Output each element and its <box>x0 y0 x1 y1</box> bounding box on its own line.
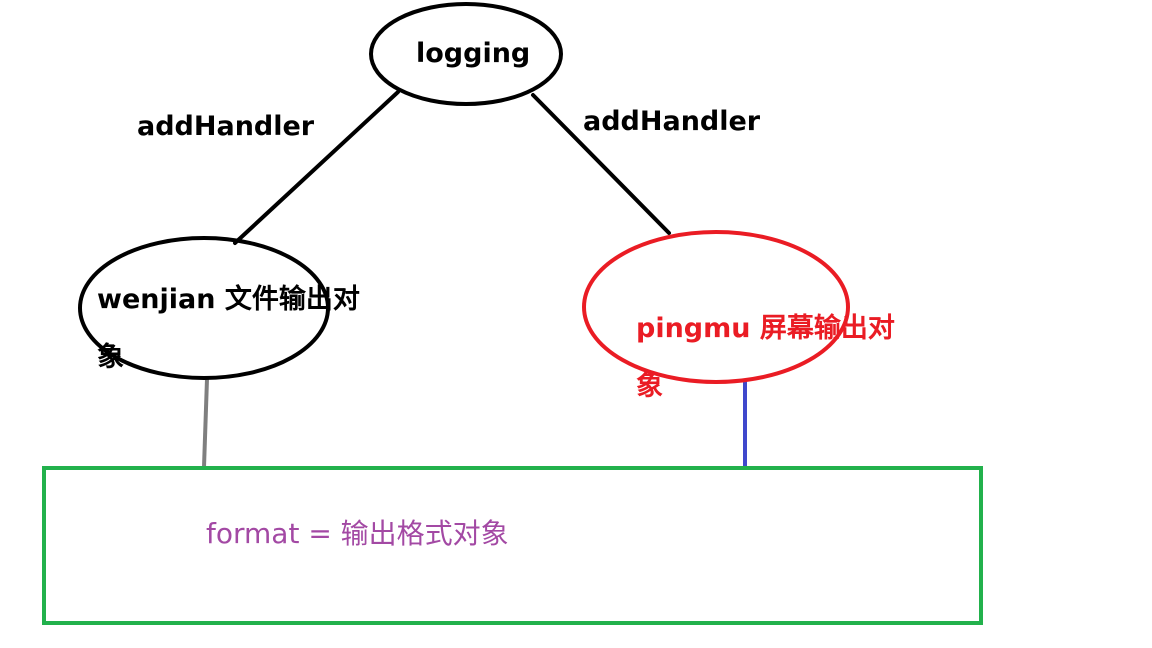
pingmu-label: pingmu 屏幕输出对象 <box>636 313 895 402</box>
logging-label: logging <box>416 38 531 69</box>
left-edge-label: addHandler <box>137 111 315 142</box>
format-node <box>42 466 983 625</box>
wenjian-label: wenjian 文件输出对象 <box>97 284 360 373</box>
diagram-canvas: logging addHandler addHandler wenjian 文件… <box>0 0 1152 648</box>
right-edge-label: addHandler <box>583 106 761 137</box>
edge-wenjian-to-format <box>202 378 209 468</box>
format-label: format = 输出格式对象 <box>206 517 509 550</box>
